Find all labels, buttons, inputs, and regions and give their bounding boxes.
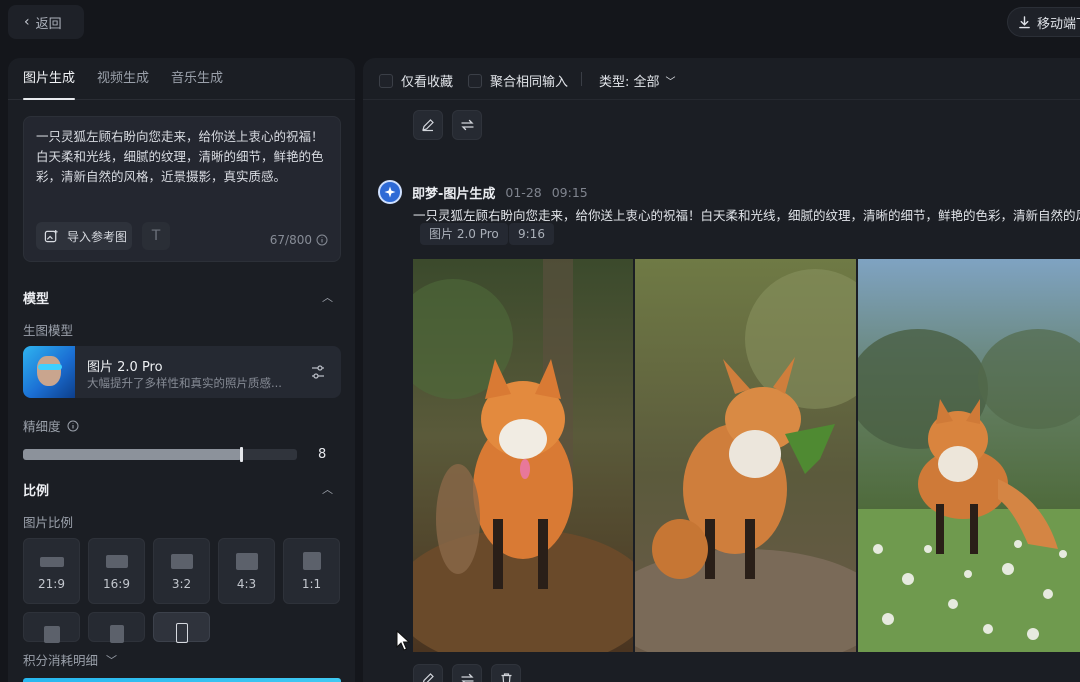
generation-time: 09:15 <box>551 184 588 200</box>
model-sub-label: 生图模型 <box>23 323 74 338</box>
ratio-option-1-1[interactable]: 1:1 <box>283 538 340 604</box>
tab-image[interactable]: 图片生成 <box>23 58 76 100</box>
result-image-3[interactable] <box>858 259 1080 652</box>
pencil-icon <box>422 673 434 682</box>
model-name: 图片 2.0 Pro <box>87 360 163 375</box>
info-icon[interactable] <box>67 420 79 432</box>
pencil-icon <box>422 119 434 132</box>
edit-button[interactable] <box>413 110 443 140</box>
ratio-sub-label: 图片比例 <box>23 515 74 530</box>
merge-same-checkbox[interactable]: 聚合相同输入 <box>468 71 568 90</box>
mobile-label: 移动端下 <box>1037 16 1080 32</box>
text-format-icon: T <box>151 228 161 244</box>
points-label: 积分消耗明细 <box>23 653 99 668</box>
tab-music[interactable]: 音乐生成 <box>171 58 223 99</box>
detail-slider-handle[interactable] <box>240 447 243 462</box>
model-card[interactable]: 图片 2.0 Pro 大幅提升了多样性和真实的照片质感... <box>23 346 341 398</box>
delete-button[interactable] <box>491 664 521 682</box>
favorites-only-checkbox[interactable]: 仅看收藏 <box>379 71 453 90</box>
trash-icon <box>501 673 511 682</box>
download-icon <box>1019 15 1030 28</box>
text-format-button[interactable]: T <box>142 222 170 250</box>
generate-button[interactable] <box>23 678 341 682</box>
prompt-input[interactable]: 一只灵狐左顾右盼向您走来，给你送上衷心的祝福！白天柔和光线，细腻的纹理，清晰的细… <box>23 116 341 262</box>
generation-date: 01-28 <box>505 184 542 200</box>
ratio-label: 3:2 <box>171 577 192 591</box>
detail-label: 精细度 <box>23 419 61 434</box>
ratio-option-3-2[interactable]: 3:2 <box>153 538 210 604</box>
detail-label-row: 精细度 <box>23 416 79 435</box>
chevron-down-icon: ﹀ <box>106 653 118 667</box>
regenerate-button[interactable] <box>452 664 482 682</box>
mouse-cursor-icon <box>396 630 410 651</box>
generation-prompt: 一只灵狐左顾右盼向您走来，给你送上衷心的祝福！白天柔和光线，细腻的纹理，清晰的细… <box>413 208 1080 223</box>
left-panel: 图片生成 视频生成 音乐生成 一只灵狐左顾右盼向您走来，给你送上衷心的祝福！白天… <box>8 58 355 682</box>
checkbox-box <box>379 73 393 88</box>
chevron-left-icon: ‹ <box>24 14 30 30</box>
image-results <box>413 259 1080 652</box>
model-tag: 图片 2.0 Pro <box>420 223 508 245</box>
refresh-icon <box>460 119 474 131</box>
mobile-button[interactable]: 移动端下 <box>1007 7 1080 37</box>
generation-tabs: 图片生成 视频生成 音乐生成 <box>8 58 355 100</box>
ratio-option-21-9[interactable]: 21:9 <box>23 538 80 604</box>
type-filter-label: 类型: 全部 <box>599 75 660 90</box>
result-image-2[interactable] <box>635 259 856 652</box>
sliders-icon[interactable] <box>309 363 327 381</box>
divider <box>581 72 582 86</box>
import-reference-label: 导入参考图 <box>67 229 128 244</box>
ratio-option-portrait[interactable] <box>23 612 80 643</box>
import-reference-button[interactable]: 导入参考图 <box>36 222 132 250</box>
ratio-label: 21:9 <box>38 577 65 591</box>
filter-bar: 仅看收藏 聚合相同输入 类型: 全部 ﹀ <box>363 58 1080 100</box>
regenerate-button[interactable] <box>452 110 482 140</box>
model-description: 大幅提升了多样性和真实的照片质感... <box>87 376 282 390</box>
detail-value: 8 <box>318 447 327 462</box>
ratio-label: 4:3 <box>236 577 257 591</box>
prompt-text: 一只灵狐左顾右盼向您走来，给你送上衷心的祝福！白天柔和光线，细腻的纹理，清晰的细… <box>36 129 324 184</box>
generation-source: 即梦-图片生成 <box>412 186 496 202</box>
edit-button[interactable] <box>413 664 443 682</box>
chevron-up-icon[interactable]: ︿ <box>322 289 333 305</box>
info-icon[interactable] <box>316 234 328 246</box>
result-image-1[interactable] <box>413 259 633 652</box>
char-count-value: 67/800 <box>269 233 312 247</box>
checkbox-box <box>468 73 482 88</box>
detail-slider[interactable] <box>23 447 297 462</box>
ratio-section-title: 比例 <box>23 484 50 499</box>
dreamina-logo-icon <box>378 180 402 204</box>
generation-header: 即梦-图片生成 01-28 09:15 <box>378 180 588 204</box>
ratio-tag: 9:16 <box>509 223 554 245</box>
ratio-option-portrait[interactable] <box>88 612 145 643</box>
ratio-option-16-9[interactable]: 16:9 <box>88 538 145 604</box>
merge-same-label: 聚合相同输入 <box>490 75 569 90</box>
points-detail-toggle[interactable]: 积分消耗明细 ﹀ <box>23 650 117 669</box>
model-thumbnail <box>23 346 75 398</box>
tab-video[interactable]: 视频生成 <box>97 58 149 99</box>
image-add-icon <box>44 229 58 242</box>
refresh-icon <box>460 673 474 682</box>
char-count: 67/800 <box>270 233 328 247</box>
back-label: 返回 <box>35 16 62 32</box>
detail-slider-fill <box>23 449 242 460</box>
ratio-option-4-3[interactable]: 4:3 <box>218 538 275 604</box>
ratio-label: 16:9 <box>103 577 130 591</box>
chevron-down-icon: ﹀ <box>665 77 676 88</box>
type-filter-select[interactable]: 类型: 全部 ﹀ <box>599 71 676 90</box>
results-panel: 仅看收藏 聚合相同输入 类型: 全部 ﹀ 即梦-图片生成 01-28 09:15… <box>363 58 1080 682</box>
back-button[interactable]: ‹ 返回 <box>8 5 84 39</box>
ratio-option-9-16-selected[interactable] <box>153 612 210 643</box>
app-root: ‹ 返回 移动端下 图片生成 视频生成 音乐生成 一只灵狐左顾右盼向您走来，给你… <box>0 0 1080 682</box>
chevron-up-icon[interactable]: ︿ <box>322 481 333 497</box>
model-section-title: 模型 <box>23 292 50 307</box>
favorites-only-label: 仅看收藏 <box>401 75 454 90</box>
ratio-label: 1:1 <box>301 577 322 591</box>
